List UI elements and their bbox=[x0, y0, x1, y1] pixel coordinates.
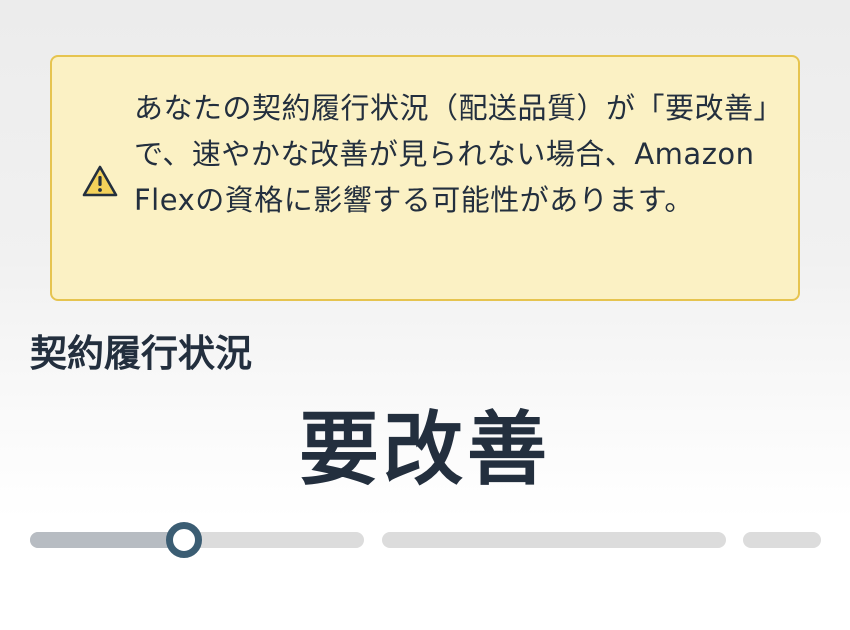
progress-segment-3 bbox=[743, 532, 821, 548]
warning-message: あなたの契約履行状況（配送品質）が「要改善」で、速やかな改善が見られない場合、A… bbox=[134, 91, 784, 217]
progress-indicator bbox=[166, 522, 202, 558]
status-value: 要改善 bbox=[299, 403, 551, 496]
progress-segment-1 bbox=[30, 522, 364, 558]
warning-icon bbox=[82, 165, 118, 197]
status-progress-bar bbox=[0, 520, 850, 560]
progress-fill bbox=[30, 532, 184, 548]
progress-segment-2 bbox=[382, 532, 726, 548]
warning-banner: あなたの契約履行状況（配送品質）が「要改善」で、速やかな改善が見られない場合、A… bbox=[50, 55, 800, 301]
section-title: 契約履行状況 bbox=[30, 332, 252, 375]
